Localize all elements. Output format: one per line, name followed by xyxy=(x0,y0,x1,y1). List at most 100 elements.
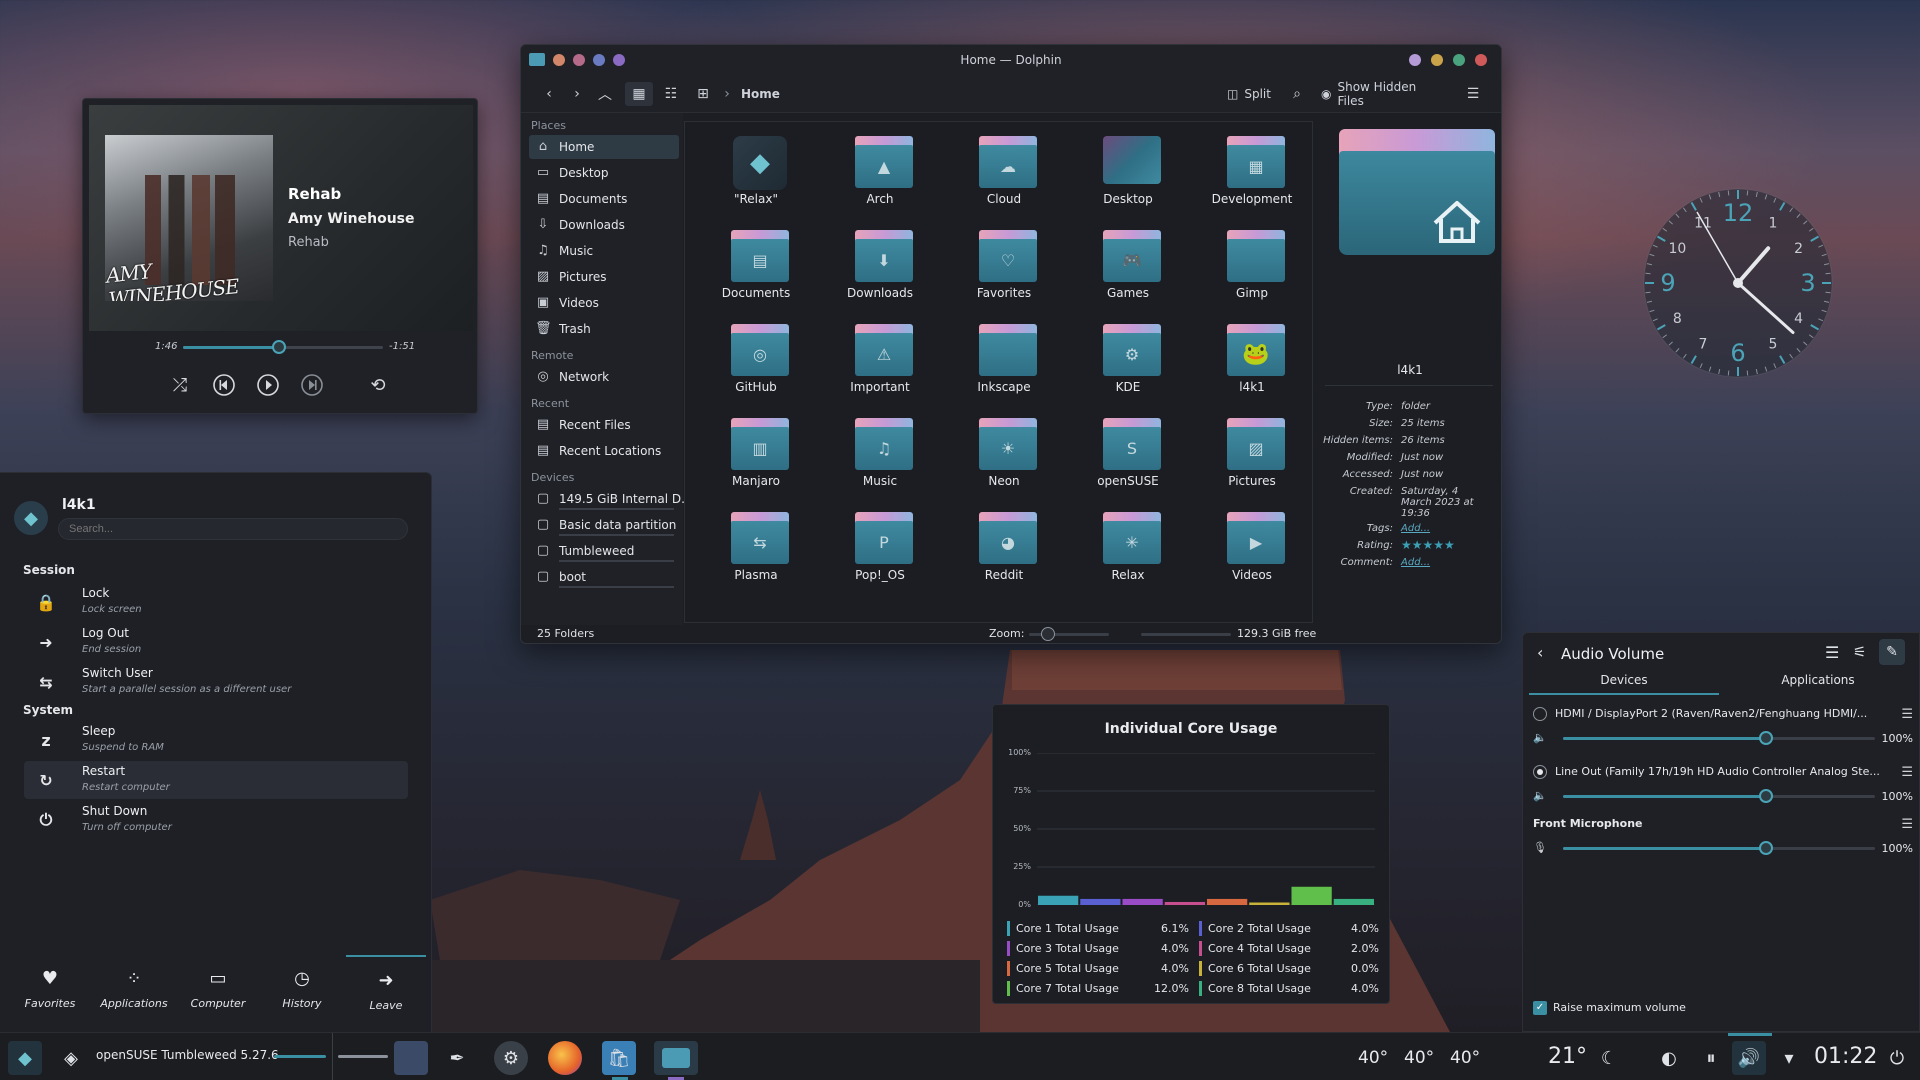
back-button[interactable]: ‹ xyxy=(537,82,561,106)
places-item-recent-files[interactable]: ▤ Recent Files xyxy=(529,413,679,437)
launcher-tab-leave[interactable]: ➜ Leave xyxy=(346,955,426,1025)
device-radio-button[interactable] xyxy=(1533,765,1547,779)
weather-temperature[interactable]: 21° xyxy=(1548,1044,1587,1069)
pin-icon[interactable]: ✎ xyxy=(1879,639,1905,665)
settings-sliders-icon[interactable]: ⚟ xyxy=(1853,643,1866,661)
device-volume-handle[interactable] xyxy=(1759,731,1773,745)
leave-item-shut-down[interactable]: ⏻ Shut Down Turn off computer xyxy=(24,801,408,839)
details-view-button[interactable]: ⊞ xyxy=(689,82,717,106)
folder-item[interactable]: ⬇ Downloads xyxy=(821,220,939,312)
places-item-downloads[interactable]: ⇩ Downloads xyxy=(529,213,679,237)
places-item-music[interactable]: ♫ Music xyxy=(529,239,679,263)
icons-view-button[interactable]: ▦ xyxy=(625,82,653,106)
launcher-search-input[interactable] xyxy=(58,518,408,540)
progress-handle[interactable] xyxy=(272,340,286,354)
repeat-button[interactable]: ⟲ xyxy=(365,372,391,398)
folder-item[interactable]: Desktop xyxy=(1069,126,1187,218)
folder-item[interactable]: Gimp xyxy=(1193,220,1311,312)
pause-icon[interactable]: ⏸ xyxy=(1694,1041,1728,1075)
folder-item[interactable]: SopenSUSE xyxy=(1069,408,1187,500)
menu-icon[interactable]: ☰ xyxy=(1825,643,1839,662)
forward-button[interactable]: › xyxy=(565,82,589,106)
folder-item[interactable]: ♫ Music xyxy=(821,408,939,500)
folder-item[interactable]: ⚙ KDE xyxy=(1069,314,1187,406)
folder-item[interactable]: ✳ Relax xyxy=(1069,502,1187,594)
clock-time[interactable]: 01:22 xyxy=(1814,1044,1877,1069)
device-volume-slider[interactable] xyxy=(1563,795,1875,798)
speaker-icon[interactable]: 🔈 xyxy=(1533,789,1547,802)
launcher-tab-history[interactable]: ◷ History xyxy=(262,955,342,1025)
folder-item[interactable]: ▶ Videos xyxy=(1193,502,1311,594)
speaker-icon[interactable]: 🔈 xyxy=(1533,731,1547,744)
folder-item[interactable]: ▲ Arch xyxy=(821,126,939,218)
desktop-pager[interactable] xyxy=(394,1041,428,1075)
system-settings-icon[interactable]: ⚙ xyxy=(494,1041,528,1075)
breadcrumb-home[interactable]: Home xyxy=(741,82,780,106)
leave-item-sleep[interactable]: z Sleep Suspend to RAM xyxy=(24,721,408,759)
show-hidden-files-button[interactable]: ◉ Show Hidden Files xyxy=(1321,80,1445,108)
firefox-icon[interactable] xyxy=(548,1041,582,1075)
split-button[interactable]: ◫ Split xyxy=(1219,82,1279,106)
previous-button[interactable] xyxy=(211,372,237,398)
folder-item[interactable]: ▤ Documents xyxy=(697,220,815,312)
places-item-149-5-gib-internal-d-[interactable]: ▢ 149.5 GiB Internal D... xyxy=(529,487,693,511)
leave-item-log-out[interactable]: ➜ Log Out End session xyxy=(24,623,408,661)
leave-item-switch-user[interactable]: ⇆ Switch User Start a parallel session as … xyxy=(24,663,408,701)
folder-item[interactable]: ⇆ Plasma xyxy=(697,502,815,594)
leave-item-restart[interactable]: ↻ Restart Restart computer xyxy=(24,761,408,799)
power-icon[interactable]: ⏻ xyxy=(1880,1041,1914,1075)
folder-item[interactable]: ◕ Reddit xyxy=(945,502,1063,594)
places-item-pictures[interactable]: ▨ Pictures xyxy=(529,265,679,289)
mic-volume-slider[interactable] xyxy=(1563,847,1875,850)
compact-view-button[interactable]: ☷ xyxy=(657,82,685,106)
discover-icon[interactable]: 🛍 xyxy=(602,1041,636,1075)
hamburger-menu-button[interactable]: ☰ xyxy=(1461,82,1485,106)
rating-stars[interactable]: ★★★★★ xyxy=(1401,538,1491,552)
launcher-tab-favorites[interactable]: ♥ Favorites xyxy=(10,955,90,1025)
add-comment-link[interactable]: Add... xyxy=(1401,557,1491,568)
zoom-handle[interactable] xyxy=(1041,627,1055,641)
folder-item[interactable]: Inkscape xyxy=(945,314,1063,406)
folder-item[interactable]: ◆ "Relax" xyxy=(697,126,815,218)
search-button[interactable]: ⌕ xyxy=(1285,82,1309,106)
folder-item[interactable]: ◎ GitHub xyxy=(697,314,815,406)
folder-item[interactable]: ♡ Favorites xyxy=(945,220,1063,312)
play-button[interactable] xyxy=(255,372,281,398)
add-tags-link[interactable]: Add... xyxy=(1401,523,1491,534)
mic-volume-handle[interactable] xyxy=(1759,841,1773,855)
network-wifi-icon[interactable]: ▾ xyxy=(1772,1041,1806,1075)
places-item-videos[interactable]: ▣ Videos xyxy=(529,291,679,315)
device-volume-slider[interactable] xyxy=(1563,737,1875,740)
leave-item-lock[interactable]: 🔒 Lock Lock screen xyxy=(24,583,408,621)
folder-item[interactable]: ☁ Cloud xyxy=(945,126,1063,218)
device-radio-button[interactable] xyxy=(1533,707,1547,721)
places-item-tumbleweed[interactable]: ▢ Tumbleweed xyxy=(529,539,679,563)
moon-icon[interactable]: ☾ xyxy=(1592,1041,1626,1075)
launcher-tab-computer[interactable]: ▭ Computer xyxy=(178,955,258,1025)
media-controls-icon[interactable]: ◐ xyxy=(1652,1041,1686,1075)
folder-item[interactable]: ▥ Manjaro xyxy=(697,408,815,500)
shuffle-button[interactable]: ⤮ xyxy=(167,372,193,398)
places-item-boot[interactable]: ▢ boot xyxy=(529,565,679,589)
back-arrow-icon[interactable]: ‹ xyxy=(1537,643,1543,662)
device-menu-icon[interactable]: ☰ xyxy=(1901,765,1913,780)
inkscape-icon[interactable]: ✒ xyxy=(440,1041,474,1075)
places-item-desktop[interactable]: ▭ Desktop xyxy=(529,161,679,185)
tab-applications[interactable]: Applications xyxy=(1723,673,1913,695)
folder-item[interactable]: 🐸 l4k1 xyxy=(1193,314,1311,406)
device-menu-icon[interactable]: ☰ xyxy=(1901,707,1913,722)
places-item-home[interactable]: ⌂ Home xyxy=(529,135,679,159)
mic-menu-icon[interactable]: ☰ xyxy=(1901,817,1913,832)
folder-item[interactable]: P Pop!_OS xyxy=(821,502,939,594)
places-item-documents[interactable]: ▤ Documents xyxy=(529,187,679,211)
up-button[interactable]: ︿ xyxy=(593,82,617,106)
volume-icon[interactable]: 🔊 xyxy=(1732,1041,1766,1075)
raise-max-checkbox[interactable]: ✓ xyxy=(1533,1001,1547,1015)
app-launcher-button[interactable]: ◆ xyxy=(8,1041,42,1075)
folder-item[interactable]: 🎮 Games xyxy=(1069,220,1187,312)
places-item-trash[interactable]: 🗑 Trash xyxy=(529,317,679,341)
places-item-network[interactable]: ◎ Network xyxy=(529,365,679,389)
folder-item[interactable]: ▦ Development xyxy=(1193,126,1311,218)
maximize-button[interactable] xyxy=(1453,54,1465,66)
places-item-recent-locations[interactable]: ▤ Recent Locations xyxy=(529,439,679,463)
